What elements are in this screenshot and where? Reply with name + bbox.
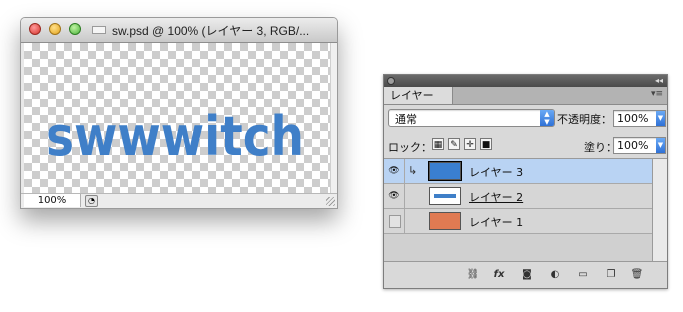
lock-transparency-icon[interactable]: ▦: [432, 138, 444, 150]
lock-label: ロック：: [388, 141, 432, 154]
layer-name: レイヤー 1: [469, 216, 524, 229]
fill-value: 100%: [617, 139, 649, 152]
lock-image-pixels-icon[interactable]: ✎: [448, 138, 460, 150]
panel-titlebar[interactable]: ◂◂: [384, 75, 667, 87]
opacity-field[interactable]: 100% ▼: [613, 110, 666, 127]
zoom-level-field[interactable]: 100%: [24, 194, 81, 207]
close-window-button[interactable]: [29, 23, 41, 35]
collapse-panel-icon[interactable]: ◂◂: [655, 75, 663, 87]
document-proxy-icon: [92, 26, 106, 34]
blend-mode-value: 通常: [395, 113, 417, 126]
canvas-scrollbar[interactable]: [330, 43, 337, 193]
blend-mode-select[interactable]: 通常 ▲ ▼: [388, 109, 555, 127]
layer-name: レイヤー 2: [469, 191, 524, 204]
opacity-value: 100%: [617, 112, 649, 125]
layers-scrollbar[interactable]: [652, 158, 667, 261]
panel-menu-icon[interactable]: ▾≡: [651, 89, 663, 99]
layer-thumbnail: [429, 187, 461, 205]
adjustment-icon[interactable]: ◐: [548, 268, 562, 281]
lock-position-icon[interactable]: ✛: [464, 138, 476, 150]
eye-icon[interactable]: 👁: [384, 184, 405, 208]
link-icon[interactable]: ⛓: [466, 268, 480, 281]
eye-icon[interactable]: 👁: [384, 159, 405, 183]
mask-icon[interactable]: ◙: [520, 268, 534, 281]
document-window[interactable]: sw.psd @ 100% (レイヤー 3, RGB/... swwwitch …: [20, 17, 338, 209]
new-layer-icon[interactable]: ❐: [604, 268, 618, 281]
clipping-arrow-icon: ↳: [408, 164, 418, 177]
lock-all-icon[interactable]: ■: [480, 138, 492, 150]
layers-panel: ◂◂ レイヤー ▾≡ 通常 ▲ ▼ 不透明度： 100% ▼ ロック： ▦ ✎ ✛…: [383, 74, 668, 289]
layer-thumbnail: [429, 212, 461, 230]
panel-tab-row: レイヤー ▾≡: [384, 87, 667, 105]
canvas-text: swwwitch: [46, 105, 304, 168]
opacity-label: 不透明度：: [557, 113, 612, 126]
document-titlebar[interactable]: sw.psd @ 100% (レイヤー 3, RGB/...: [21, 18, 337, 43]
panel-bottom-toolbar: ⛓ fx ◙ ◐ ▭ ❐ 🗑: [384, 261, 667, 288]
tab-layers[interactable]: レイヤー: [384, 87, 453, 104]
fill-field[interactable]: 100% ▼: [613, 137, 666, 154]
group-icon[interactable]: ▭: [576, 268, 590, 281]
minimize-window-button[interactable]: [49, 23, 61, 35]
opacity-dropdown-icon[interactable]: ▼: [656, 111, 665, 126]
layers-list: 👁 ↳ レイヤー 3 👁 レイヤー 2 レイヤー 1: [384, 158, 652, 261]
visibility-toggle[interactable]: [384, 209, 405, 233]
hidden-eye-icon: [389, 215, 401, 228]
status-menu-button[interactable]: ◔: [85, 195, 98, 207]
layer-row[interactable]: レイヤー 1: [384, 209, 652, 234]
layer-row[interactable]: 👁 レイヤー 2: [384, 184, 652, 209]
document-title: sw.psd @ 100% (レイヤー 3, RGB/...: [112, 24, 310, 38]
document-canvas[interactable]: swwwitch: [24, 43, 331, 193]
fill-dropdown-icon[interactable]: ▼: [656, 138, 665, 153]
canvas-artwork: swwwitch: [46, 105, 304, 168]
layer-thumbnail: [428, 161, 462, 181]
resize-grip-icon[interactable]: [326, 197, 335, 206]
fx-icon[interactable]: fx: [492, 268, 506, 281]
zoom-window-button[interactable]: [69, 23, 81, 35]
document-status-bar: 100% ◔: [21, 193, 337, 208]
panel-close-button[interactable]: [387, 77, 395, 85]
trash-icon[interactable]: 🗑: [630, 268, 644, 281]
blend-mode-arrows-icon: ▲ ▼: [540, 110, 554, 126]
layer-row[interactable]: 👁 ↳ レイヤー 3: [384, 159, 652, 184]
layer-name: レイヤー 3: [469, 166, 524, 179]
